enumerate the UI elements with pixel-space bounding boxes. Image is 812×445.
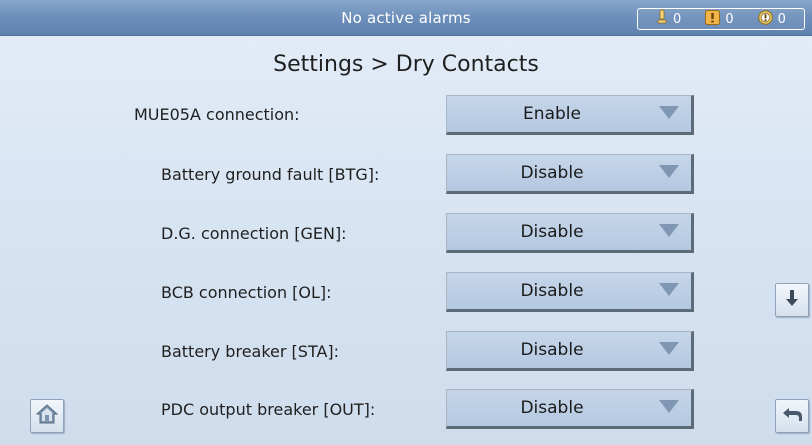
dropdown-pdc-output-breaker[interactable]: Disable xyxy=(446,389,694,429)
minor-alarm-group[interactable]: 0 xyxy=(656,9,681,29)
back-arrow-icon xyxy=(781,405,803,427)
critical-alarm-icon xyxy=(757,9,773,29)
dropdown-value: Enable xyxy=(523,104,581,124)
back-button[interactable] xyxy=(775,399,809,433)
major-alarm-count: 0 xyxy=(725,11,734,27)
alarm-counter-panel[interactable]: 0 0 0 xyxy=(637,8,805,30)
setting-label-battery-breaker: Battery breaker [STA]: xyxy=(161,342,340,361)
setting-label-battery-ground-fault: Battery ground fault [BTG]: xyxy=(161,165,380,184)
setting-label-mue05a-connection: MUE05A connection: xyxy=(134,105,300,124)
critical-alarm-count: 0 xyxy=(777,11,786,27)
arrow-down-icon xyxy=(785,289,799,311)
dropdown-arrow-icon xyxy=(659,342,679,355)
home-button[interactable] xyxy=(30,399,64,433)
dropdown-mue05a-connection[interactable]: Enable xyxy=(446,95,694,135)
dropdown-value: Disable xyxy=(520,281,584,301)
dropdown-value: Disable xyxy=(520,340,584,360)
dropdown-bcb-connection[interactable]: Disable xyxy=(446,272,694,312)
setting-label-bcb-connection: BCB connection [OL]: xyxy=(161,283,332,302)
setting-label-pdc-output-breaker: PDC output breaker [OUT]: xyxy=(161,400,376,419)
dropdown-battery-breaker[interactable]: Disable xyxy=(446,331,694,371)
setting-label-dg-connection: D.G. connection [GEN]: xyxy=(161,224,347,243)
dropdown-arrow-icon xyxy=(659,165,679,178)
home-icon xyxy=(35,404,59,428)
minor-alarm-count: 0 xyxy=(673,11,682,27)
dropdown-value: Disable xyxy=(520,398,584,418)
major-alarm-group[interactable]: 0 xyxy=(705,9,734,29)
dropdown-battery-ground-fault[interactable]: Disable xyxy=(446,154,694,194)
minor-alarm-icon xyxy=(656,9,668,29)
status-bar: No active alarms 0 0 0 xyxy=(0,0,812,36)
dropdown-dg-connection[interactable]: Disable xyxy=(446,213,694,253)
page-title: Settings > Dry Contacts xyxy=(273,52,539,77)
dropdown-arrow-icon xyxy=(659,106,679,119)
major-alarm-icon xyxy=(705,9,721,29)
scroll-down-button[interactable] xyxy=(775,283,809,317)
dropdown-arrow-icon xyxy=(659,283,679,296)
dropdown-arrow-icon xyxy=(659,400,679,413)
dropdown-value: Disable xyxy=(520,163,584,183)
dropdown-arrow-icon xyxy=(659,224,679,237)
critical-alarm-group[interactable]: 0 xyxy=(757,9,786,29)
dropdown-value: Disable xyxy=(520,222,584,242)
